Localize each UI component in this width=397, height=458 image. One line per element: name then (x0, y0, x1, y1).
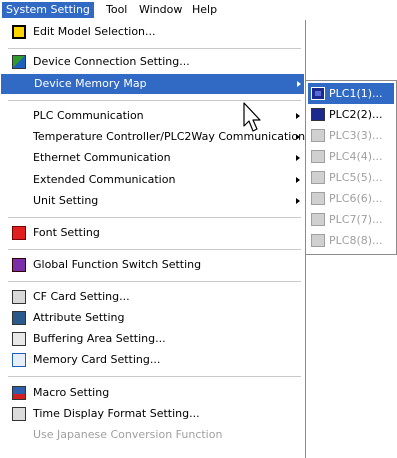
menu-item-edit-model-selection[interactable]: Edit Model Selection... (0, 22, 305, 42)
menu-item-buffering-area-setting[interactable]: Buffering Area Setting... (0, 329, 305, 349)
memory-card-icon (12, 353, 26, 367)
system-setting-dropdown: Edit Model Selection... Device Connectio… (0, 20, 306, 458)
menu-item-use-japanese-conversion-function: Use Japanese Conversion Function (33, 428, 223, 441)
menu-window[interactable]: Window (135, 2, 186, 18)
submenu-arrow-icon (296, 155, 300, 161)
menu-separator (8, 217, 301, 218)
menu-item-font-setting[interactable]: Font Setting (0, 223, 305, 243)
submenu-arrow-icon (296, 177, 300, 183)
submenu-arrow-icon (297, 81, 301, 87)
submenu-item-plc1[interactable]: PLC1(1)... (308, 83, 394, 104)
menu-separator (8, 376, 301, 377)
menu-item-time-display-format-setting[interactable]: Time Display Format Setting... (0, 404, 305, 424)
plc-icon (311, 129, 325, 142)
font-icon (12, 226, 26, 240)
cf-card-icon (12, 290, 26, 304)
submenu-item-plc5: PLC5(5)... (308, 167, 394, 188)
attribute-icon (12, 311, 26, 325)
menu-separator (8, 48, 301, 49)
plc-icon (311, 192, 325, 205)
menu-item-global-function-switch-setting[interactable]: Global Function Switch Setting (0, 255, 305, 275)
buffering-icon (12, 332, 26, 346)
menu-item-extended-communication[interactable]: Extended Communication (0, 170, 305, 190)
plc-icon (311, 87, 325, 100)
submenu-item-plc8: PLC8(8)... (308, 230, 394, 251)
global-function-icon (12, 258, 26, 272)
submenu-arrow-icon (296, 198, 300, 204)
time-display-icon (12, 407, 26, 421)
menu-item-ethernet-communication[interactable]: Ethernet Communication (0, 148, 305, 168)
plc-icon (311, 108, 325, 121)
submenu-arrow-icon (296, 113, 300, 119)
menu-item-unit-setting[interactable]: Unit Setting (0, 191, 305, 211)
submenu-item-plc7: PLC7(7)... (308, 209, 394, 230)
edit-model-icon (12, 25, 26, 39)
plc-icon (311, 150, 325, 163)
plc-icon (311, 171, 325, 184)
submenu-item-plc4: PLC4(4)... (308, 146, 394, 167)
plc-icon (311, 213, 325, 226)
device-memory-map-submenu: PLC1(1)... PLC2(2)... PLC3(3)... PLC4(4)… (305, 80, 397, 255)
menu-separator (8, 249, 301, 250)
menu-item-attribute-setting[interactable]: Attribute Setting (0, 308, 305, 328)
mouse-pointer-icon (243, 102, 261, 132)
device-connection-icon (12, 55, 26, 69)
menu-bar: System Setting Tool Window Help (0, 0, 397, 20)
menu-item-device-memory-map[interactable]: Device Memory Map (1, 74, 304, 94)
menu-help[interactable]: Help (188, 2, 221, 18)
menu-separator (8, 281, 301, 282)
menu-tool[interactable]: Tool (102, 2, 131, 18)
macro-icon (12, 386, 26, 400)
menu-item-macro-setting[interactable]: Macro Setting (0, 383, 305, 403)
menu-item-memory-card-setting[interactable]: Memory Card Setting... (0, 350, 305, 370)
submenu-item-plc2[interactable]: PLC2(2)... (308, 104, 394, 125)
menu-item-cf-card-setting[interactable]: CF Card Setting... (0, 287, 305, 307)
menu-item-device-connection-setting[interactable]: Device Connection Setting... (0, 52, 305, 72)
plc-icon (311, 234, 325, 247)
submenu-item-plc3: PLC3(3)... (308, 125, 394, 146)
menu-system-setting[interactable]: System Setting (2, 2, 94, 18)
submenu-item-plc6: PLC6(6)... (308, 188, 394, 209)
menu-separator (8, 100, 301, 101)
submenu-arrow-icon (296, 134, 300, 140)
